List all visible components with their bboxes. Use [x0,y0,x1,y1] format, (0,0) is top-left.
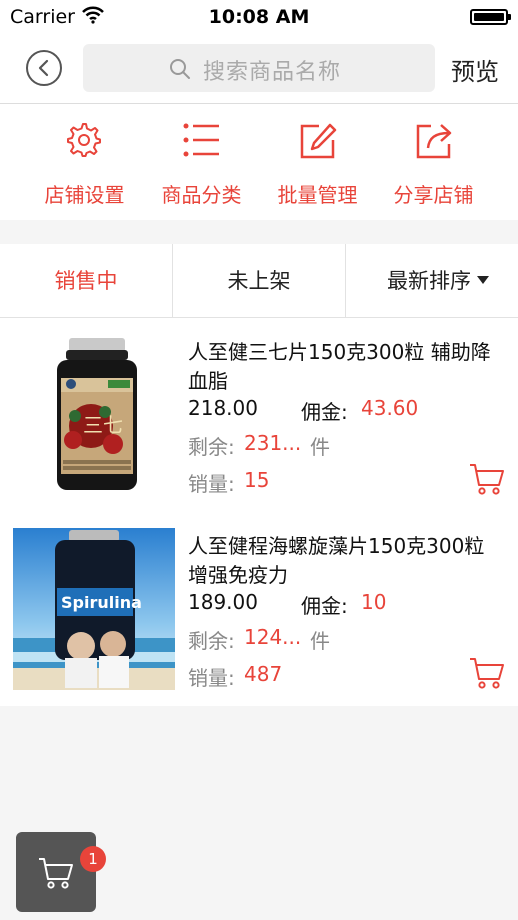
gear-icon [67,123,101,157]
product-category-button[interactable]: 商品分类 [137,104,266,220]
product-item[interactable]: 三七 人至健三七片150克300粒 辅助降血脂 218.00 佣金: 43.60… [0,318,518,512]
tab-on-sale[interactable]: 销售中 [0,244,172,318]
batch-manage-button[interactable]: 批量管理 [253,104,382,220]
chevron-left-icon [38,59,49,77]
stock-label: 剩余: [188,629,235,653]
product-price: 189.00 [188,590,258,614]
stock-value: 124... [244,625,302,649]
add-to-cart-button[interactable] [469,462,505,496]
edit-icon [300,123,337,159]
sales-value: 15 [244,468,270,492]
cart-icon [470,658,504,689]
clock: 10:08 AM [208,6,310,28]
commission-value: 10 [361,590,387,614]
product-image: 三七 [13,332,175,494]
shop-settings-label: 店铺设置 [44,183,125,207]
cart-count-badge: 1 [80,846,106,872]
product-title: 人至健三七片150克300粒 辅助降血脂 [188,340,491,393]
stock-unit: 件 [310,629,330,653]
cart-icon [39,858,73,889]
list-icon [183,123,219,157]
back-button[interactable] [26,50,62,86]
product-category-label: 商品分类 [161,183,242,207]
sort-dropdown[interactable]: 最新排序 [346,244,518,318]
shop-settings-button[interactable]: 店铺设置 [20,104,149,220]
battery-icon [470,9,511,25]
share-shop-label: 分享店铺 [393,183,474,207]
commission-value: 43.60 [361,396,419,420]
share-icon [416,124,452,159]
cart-icon [470,464,504,495]
product-image: Spirulina [13,528,175,690]
batch-manage-label: 批量管理 [277,183,358,207]
sales-label: 销量: [188,472,235,496]
product-price: 218.00 [188,396,258,420]
sales-value: 487 [244,662,283,686]
search-placeholder: 搜索商品名称 [203,60,342,85]
add-to-cart-button[interactable] [469,656,505,690]
preview-button[interactable]: 预览 [451,52,499,87]
shop-toolbar: 店铺设置 商品分类 批量管理 分享店铺 [0,104,518,220]
status-bar: Carrier 10:08 AM [0,0,518,34]
caret-down-icon [477,276,489,284]
stock-value: 231... [244,431,302,455]
stock-unit: 件 [310,435,330,459]
product-item[interactable]: Spirulina 人至健程海螺旋藻片150克300粒 增强免疫力 189.00… [0,512,518,706]
commission-label: 佣金: [301,594,348,618]
svg-text:三七: 三七 [83,413,123,437]
status-tabs: 销售中 未上架 最新排序 [0,244,518,318]
search-icon [170,59,190,79]
search-input[interactable]: 搜索商品名称 [83,44,435,92]
share-shop-button[interactable]: 分享店铺 [369,104,498,220]
product-title: 人至健程海螺旋藻片150克300粒 增强免疫力 [188,534,485,587]
sort-label: 最新排序 [387,269,471,293]
svg-text:Spirulina: Spirulina [61,593,142,612]
nav-bar: 搜索商品名称 预览 [0,34,518,104]
commission-label: 佣金: [301,400,348,424]
sales-label: 销量: [188,666,235,690]
floating-cart-button[interactable]: 1 [16,832,106,912]
stock-label: 剩余: [188,435,235,459]
tab-off-shelf[interactable]: 未上架 [173,244,345,318]
product-list: 三七 人至健三七片150克300粒 辅助降血脂 218.00 佣金: 43.60… [0,318,518,706]
